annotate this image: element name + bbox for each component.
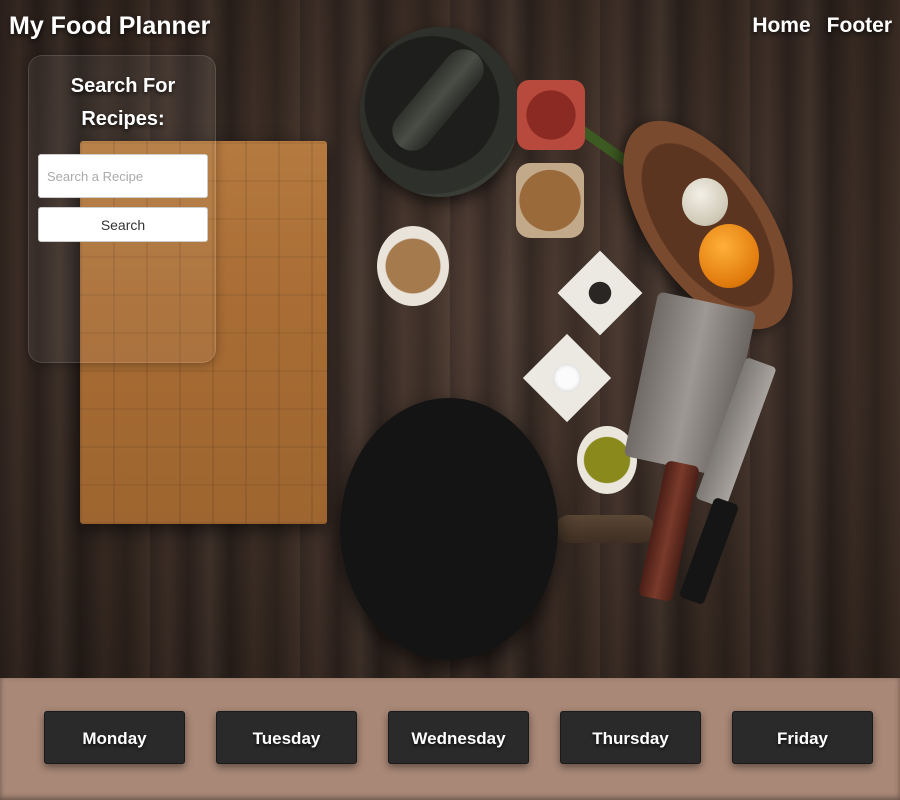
main-nav: Home Footer bbox=[752, 14, 892, 38]
salt-dish-image bbox=[522, 333, 612, 423]
orange-image bbox=[699, 224, 759, 288]
garlic-image bbox=[682, 178, 728, 226]
spice-bowl-image bbox=[377, 226, 449, 306]
seed-jar-image bbox=[516, 163, 584, 238]
pepper-dish-image bbox=[557, 250, 643, 336]
search-button[interactable]: Search bbox=[38, 207, 208, 242]
top-bar: My Food Planner Home Footer bbox=[0, 0, 900, 56]
day-button-tuesday[interactable]: Tuesday bbox=[216, 711, 357, 764]
day-button-monday[interactable]: Monday bbox=[44, 711, 185, 764]
search-panel: Search For Recipes: Search bbox=[28, 55, 216, 363]
pan-handle-image bbox=[555, 515, 655, 543]
search-input[interactable] bbox=[38, 154, 208, 198]
day-button-thursday[interactable]: Thursday bbox=[560, 711, 701, 764]
nav-link-footer[interactable]: Footer bbox=[827, 14, 892, 38]
jar-image bbox=[517, 80, 585, 150]
weekday-bar: Monday Tuesday Wednesday Thursday Friday bbox=[0, 678, 900, 800]
skillet-image bbox=[340, 398, 558, 660]
search-title: Search For Recipes: bbox=[70, 75, 176, 130]
brand-title: My Food Planner bbox=[9, 12, 211, 40]
day-button-wednesday[interactable]: Wednesday bbox=[388, 711, 529, 764]
day-button-friday[interactable]: Friday bbox=[732, 711, 873, 764]
nav-link-home[interactable]: Home bbox=[752, 14, 810, 38]
